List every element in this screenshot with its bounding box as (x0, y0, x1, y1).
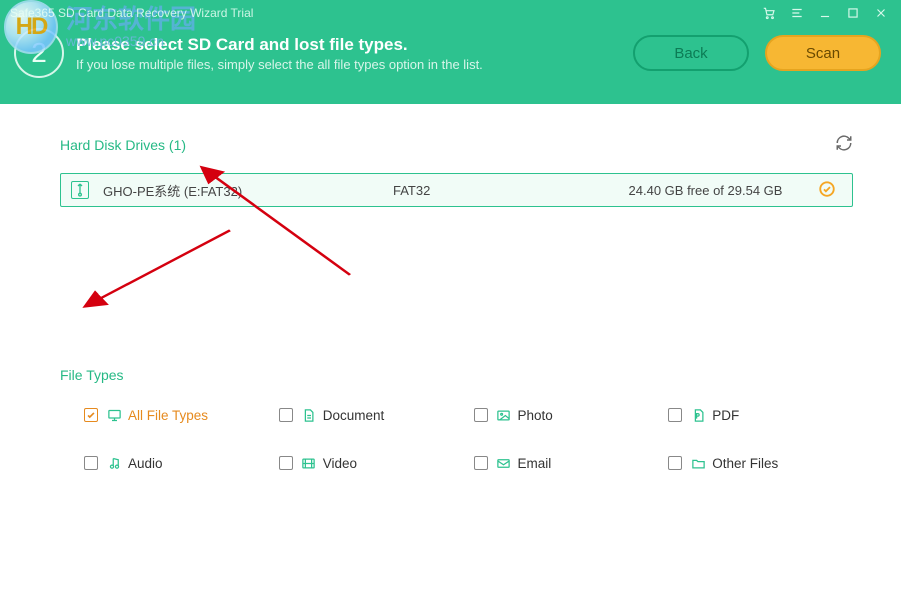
video-icon (301, 455, 317, 471)
file-type-pdf[interactable]: PDF (668, 407, 853, 423)
drive-filesystem: FAT32 (393, 183, 593, 198)
doc-icon (301, 407, 317, 423)
checkbox[interactable] (279, 456, 293, 470)
usb-icon (71, 181, 89, 199)
header-actions: Back Scan (633, 35, 881, 71)
title-bar: Safe365 SD Card Data Recovery Wizard Tri… (0, 0, 901, 24)
checkbox[interactable] (474, 456, 488, 470)
file-type-video[interactable]: Video (279, 455, 464, 471)
step-number: 2 (14, 28, 64, 78)
file-types-label: File Types (60, 367, 124, 383)
window-title: Safe365 SD Card Data Recovery Wizard Tri… (10, 6, 253, 20)
drives-section-title: Hard Disk Drives (1) (60, 134, 853, 155)
file-type-label: Photo (518, 408, 553, 423)
drive-row[interactable]: GHO-PE系统 (E:FAT32) FAT32 24.40 GB free o… (60, 173, 853, 207)
file-type-label: PDF (712, 408, 739, 423)
file-type-photo[interactable]: Photo (474, 407, 659, 423)
pdf-icon (690, 407, 706, 423)
minimize-icon[interactable] (811, 2, 839, 24)
checkbox[interactable] (84, 408, 98, 422)
audio-icon (106, 455, 122, 471)
file-type-other-files[interactable]: Other Files (668, 455, 853, 471)
selected-check-icon (818, 180, 836, 201)
file-types-grid: All File Types Document Photo PDF Audio Video… (60, 407, 853, 471)
file-type-email[interactable]: Email (474, 455, 659, 471)
scan-button[interactable]: Scan (765, 35, 881, 71)
step-sub: If you lose multiple files, simply selec… (76, 57, 483, 72)
folder-icon (690, 455, 706, 471)
monitor-icon (106, 407, 122, 423)
maximize-icon[interactable] (839, 2, 867, 24)
file-type-label: Video (323, 456, 357, 471)
step-headline: Please select SD Card and lost file type… (76, 35, 483, 55)
back-button[interactable]: Back (633, 35, 749, 71)
checkbox[interactable] (474, 408, 488, 422)
cart-icon[interactable] (755, 2, 783, 24)
refresh-icon[interactable] (835, 134, 853, 155)
file-type-label: Document (323, 408, 385, 423)
checkbox[interactable] (668, 408, 682, 422)
file-type-document[interactable]: Document (279, 407, 464, 423)
drives-section-label: Hard Disk Drives (1) (60, 137, 186, 153)
close-icon[interactable] (867, 2, 895, 24)
mail-icon (496, 455, 512, 471)
file-type-label: Audio (128, 456, 163, 471)
file-type-audio[interactable]: Audio (84, 455, 269, 471)
file-type-label: Other Files (712, 456, 778, 471)
checkbox[interactable] (668, 456, 682, 470)
drive-free: 24.40 GB free of 29.54 GB (593, 183, 818, 198)
checkbox[interactable] (279, 408, 293, 422)
menu-icon[interactable] (783, 2, 811, 24)
step-text: Please select SD Card and lost file type… (76, 35, 483, 72)
file-type-all-file-types[interactable]: All File Types (84, 407, 269, 423)
image-icon (496, 407, 512, 423)
drive-name: GHO-PE系统 (E:FAT32) (103, 181, 393, 200)
app-header: HD 河东软件园 www.pc0359.cn Safe365 SD Card D… (0, 0, 901, 104)
file-types-title: File Types (60, 367, 853, 383)
checkbox[interactable] (84, 456, 98, 470)
file-type-label: All File Types (128, 408, 208, 423)
file-type-label: Email (518, 456, 552, 471)
body-area: Hard Disk Drives (1) GHO-PE系统 (E:FAT32) … (0, 104, 901, 471)
